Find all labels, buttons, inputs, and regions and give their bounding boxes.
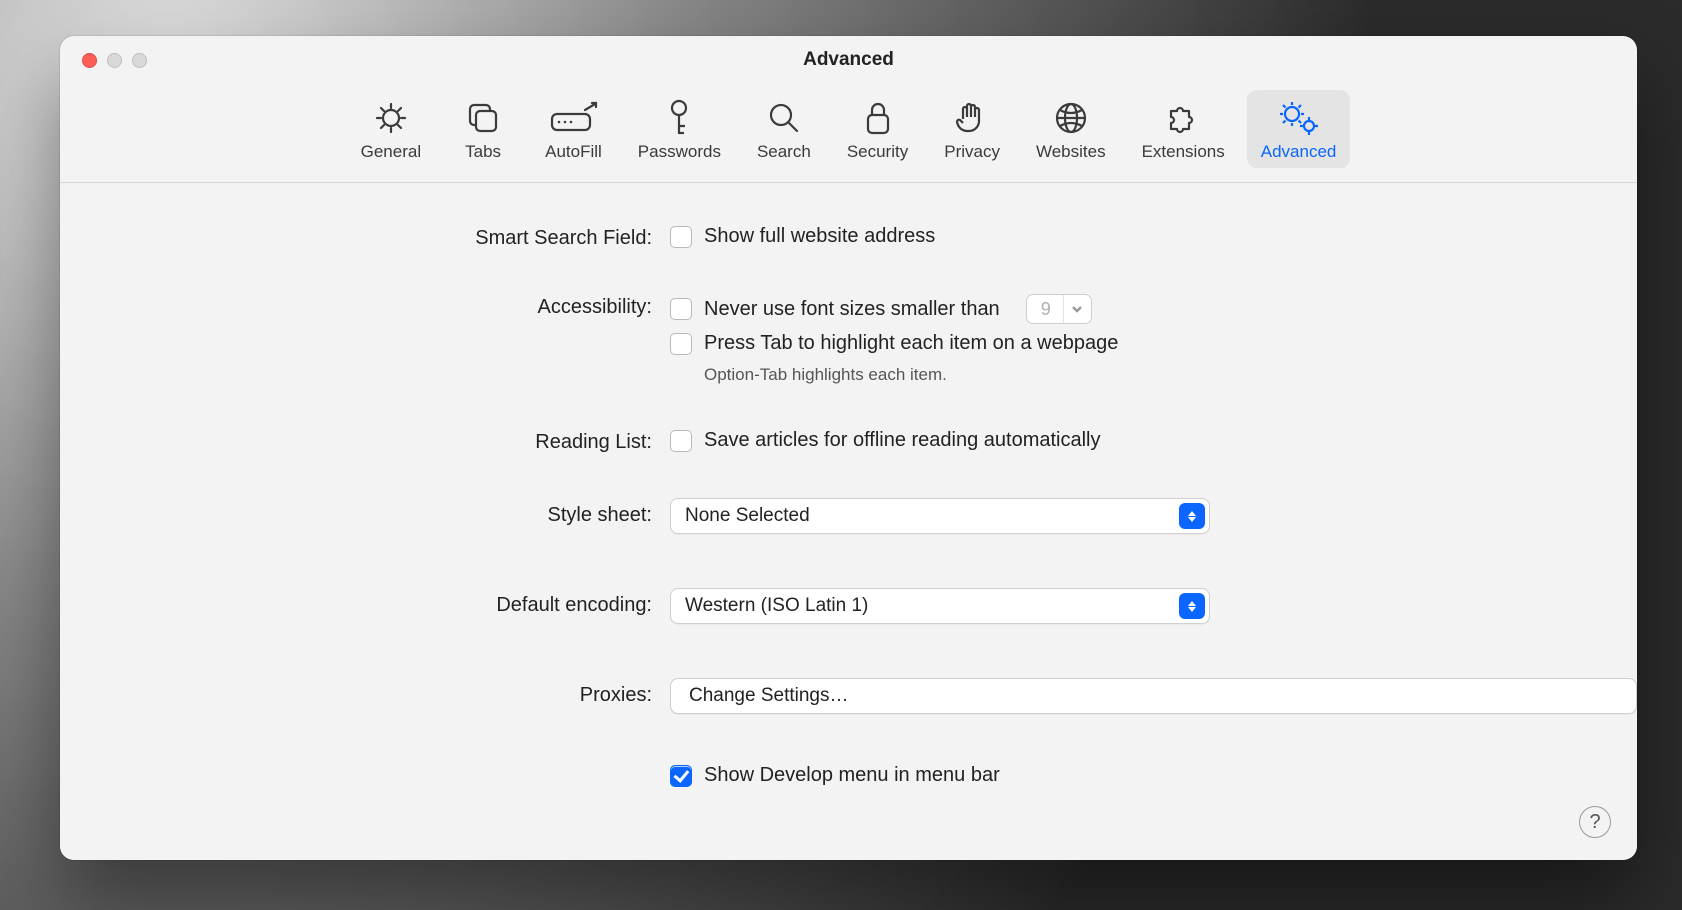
- content-area: Smart Search Field: Show full website ad…: [60, 183, 1637, 860]
- default-encoding-select[interactable]: Western (ISO Latin 1): [670, 588, 1210, 624]
- tab-highlight-label: Press Tab to highlight each item on a we…: [704, 332, 1118, 355]
- tab-highlight-checkbox[interactable]: [670, 333, 692, 355]
- preferences-window: Advanced General Tabs AutoFill: [60, 36, 1637, 860]
- min-font-value: 9: [1027, 299, 1063, 320]
- tab-label: General: [361, 142, 421, 162]
- show-develop-checkbox[interactable]: [670, 765, 692, 787]
- row-reading-list: Reading List: Save articles for offline …: [60, 429, 1637, 454]
- tab-passwords[interactable]: Passwords: [624, 90, 735, 168]
- tab-tabs[interactable]: Tabs: [443, 90, 523, 168]
- min-font-stepper[interactable]: 9: [1026, 294, 1092, 324]
- tab-label: Search: [757, 142, 811, 162]
- tab-general[interactable]: General: [347, 90, 435, 168]
- tab-autofill[interactable]: AutoFill: [531, 90, 616, 168]
- select-arrows-icon: [1179, 593, 1205, 619]
- row-develop: Show Develop menu in menu bar: [60, 764, 1637, 787]
- hand-icon: [955, 98, 989, 138]
- default-encoding-value: Western (ISO Latin 1): [685, 595, 868, 617]
- style-sheet-value: None Selected: [685, 505, 810, 527]
- tab-search[interactable]: Search: [743, 90, 825, 168]
- tab-label: AutoFill: [545, 142, 602, 162]
- help-button[interactable]: ?: [1579, 806, 1611, 838]
- window-title: Advanced: [60, 49, 1637, 71]
- style-sheet-label: Style sheet:: [60, 498, 670, 527]
- tab-websites[interactable]: Websites: [1022, 90, 1120, 168]
- save-offline-label: Save articles for offline reading automa…: [704, 429, 1101, 452]
- tab-advanced[interactable]: Advanced: [1247, 90, 1351, 168]
- proxies-label: Proxies:: [60, 678, 670, 707]
- select-arrows-icon: [1179, 503, 1205, 529]
- tab-label: Passwords: [638, 142, 721, 162]
- gear-icon: [373, 98, 409, 138]
- show-full-address-label: Show full website address: [704, 225, 935, 248]
- chevron-down-icon[interactable]: [1063, 295, 1091, 323]
- save-offline-checkbox[interactable]: [670, 430, 692, 452]
- reading-list-label: Reading List:: [60, 429, 670, 454]
- toolbar: General Tabs AutoFill Passwords: [60, 84, 1637, 183]
- search-icon: [766, 98, 802, 138]
- tab-label: Extensions: [1142, 142, 1225, 162]
- key-icon: [664, 98, 694, 138]
- titlebar: Advanced: [60, 36, 1637, 84]
- default-encoding-label: Default encoding:: [60, 588, 670, 617]
- tab-label: Websites: [1036, 142, 1106, 162]
- globe-icon: [1053, 98, 1089, 138]
- show-develop-label: Show Develop menu in menu bar: [704, 764, 1000, 787]
- autofill-icon: [547, 98, 599, 138]
- row-style-sheet: Style sheet: None Selected: [60, 498, 1637, 534]
- tab-privacy[interactable]: Privacy: [930, 90, 1014, 168]
- tab-label: Tabs: [465, 142, 501, 162]
- accessibility-hint: Option-Tab highlights each item.: [670, 365, 1637, 385]
- help-label: ?: [1589, 811, 1600, 834]
- row-accessibility: Accessibility: Never use font sizes smal…: [60, 294, 1637, 385]
- min-font-label: Never use font sizes smaller than: [704, 298, 1000, 321]
- accessibility-label: Accessibility:: [60, 294, 670, 319]
- row-proxies: Proxies: Change Settings…: [60, 678, 1637, 714]
- row-default-encoding: Default encoding: Western (ISO Latin 1): [60, 588, 1637, 624]
- style-sheet-select[interactable]: None Selected: [670, 498, 1210, 534]
- tab-label: Security: [847, 142, 908, 162]
- change-settings-button[interactable]: Change Settings…: [670, 678, 1637, 714]
- change-settings-label: Change Settings…: [689, 685, 849, 707]
- tab-extensions[interactable]: Extensions: [1128, 90, 1239, 168]
- tab-security[interactable]: Security: [833, 90, 922, 168]
- row-smart-search: Smart Search Field: Show full website ad…: [60, 225, 1637, 250]
- lock-icon: [863, 98, 893, 138]
- tabs-icon: [465, 98, 501, 138]
- min-font-checkbox[interactable]: [670, 298, 692, 320]
- gears-icon: [1277, 98, 1321, 138]
- tab-label: Privacy: [944, 142, 1000, 162]
- tab-label: Advanced: [1261, 142, 1337, 162]
- puzzle-icon: [1163, 98, 1203, 138]
- show-full-address-checkbox[interactable]: [670, 226, 692, 248]
- smart-search-label: Smart Search Field:: [60, 225, 670, 250]
